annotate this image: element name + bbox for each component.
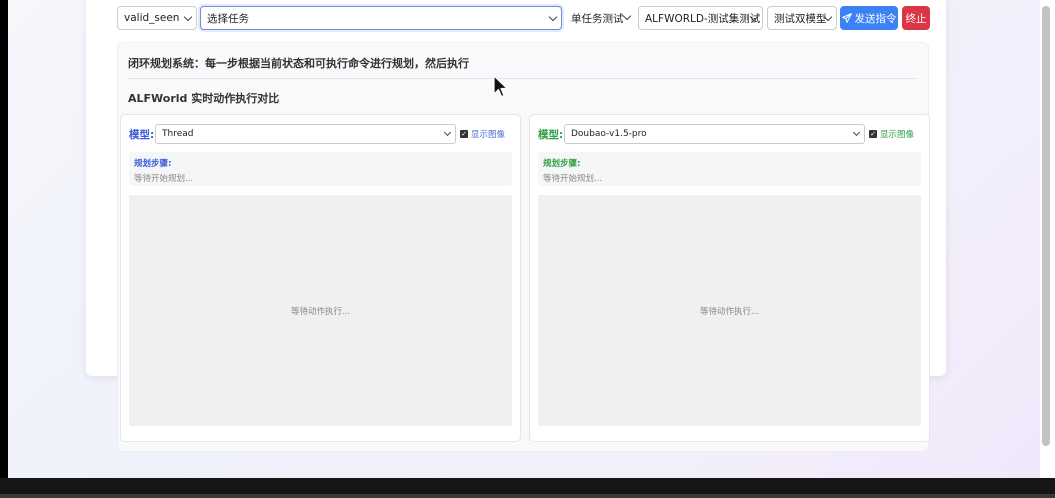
show-image-label: 显示图像: [471, 130, 506, 140]
mode-select[interactable]: 单任务测试: [565, 6, 635, 30]
left-edge: [0, 0, 8, 478]
taskbar-edge: [0, 494, 1055, 498]
dataset-select-value: ALFWORLD-测试集测试: [645, 12, 761, 25]
mode-select-value: 单任务测试: [571, 12, 624, 25]
paper-plane-icon: [841, 13, 852, 23]
chevron-down-icon: [443, 128, 452, 137]
chevron-down-icon: [183, 12, 193, 22]
action-image-area: 等待动作执行...: [129, 195, 512, 426]
send-command-button[interactable]: 发送指令: [840, 6, 898, 30]
planning-steps-box: 规划步骤: 等待开始规划...: [538, 152, 921, 186]
model-row: 模型: Thread ✓ 显示图像: [129, 124, 512, 144]
model-select-value: Thread: [162, 129, 194, 139]
stop-label: 终止: [905, 12, 927, 25]
planning-steps-title: 规划步骤:: [543, 159, 581, 169]
model-label: 模型:: [129, 129, 155, 141]
chevron-down-icon: [548, 12, 558, 22]
model-select-b[interactable]: Doubao-v1.5-pro: [564, 124, 865, 144]
chevron-down-icon: [852, 128, 861, 137]
model-column-a: 模型: Thread ✓ 显示图像 规划步骤: 等待开始规划... 等待动作执行…: [120, 114, 521, 442]
show-image-label: 显示图像: [880, 130, 915, 140]
split-select[interactable]: valid_seen: [117, 6, 197, 30]
stop-button[interactable]: 终止: [902, 6, 930, 30]
planning-steps-status: 等待开始规划...: [543, 174, 603, 184]
show-image-toggle-a[interactable]: ✓ 显示图像: [460, 128, 505, 140]
scrollbar-thumb[interactable]: [1042, 6, 1050, 446]
model-row: 模型: Doubao-v1.5-pro ✓ 显示图像: [538, 124, 921, 144]
action-image-status: 等待动作执行...: [699, 306, 760, 317]
model-select-value: Doubao-v1.5-pro: [571, 129, 647, 139]
model-mode-select-value: 测试双模型: [774, 12, 827, 25]
comparison-title: ALFWorld 实时动作执行对比: [128, 92, 280, 105]
divider: [128, 78, 918, 79]
chevron-down-icon: [622, 11, 632, 21]
checkbox-checked-icon[interactable]: ✓: [460, 130, 468, 138]
planning-steps-title: 规划步骤:: [134, 159, 172, 169]
dataset-select[interactable]: ALFWORLD-测试集测试: [638, 6, 763, 30]
send-command-label: 发送指令: [854, 12, 897, 25]
mouse-pointer-icon: [493, 75, 508, 98]
model-column-b: 模型: Doubao-v1.5-pro ✓ 显示图像 规划步骤: 等待开始规划.…: [529, 114, 930, 442]
system-description: 闭环规划系统：每一步根据当前状态和可执行命令进行规划，然后执行: [128, 57, 469, 70]
task-select-value: 选择任务: [207, 12, 249, 25]
split-select-value: valid_seen: [124, 12, 180, 24]
model-select-a[interactable]: Thread: [155, 124, 456, 144]
execution-panel: 闭环规划系统：每一步根据当前状态和可执行命令进行规划，然后执行 ALFWorld…: [117, 42, 930, 452]
model-mode-select[interactable]: 测试双模型: [767, 6, 837, 30]
action-image-area: 等待动作执行...: [538, 195, 921, 426]
planning-steps-status: 等待开始规划...: [134, 174, 194, 184]
model-label: 模型:: [538, 129, 564, 141]
planning-steps-box: 规划步骤: 等待开始规划...: [129, 152, 512, 186]
show-image-toggle-b[interactable]: ✓ 显示图像: [869, 128, 914, 140]
checkbox-checked-icon[interactable]: ✓: [869, 130, 877, 138]
action-image-status: 等待动作执行...: [290, 306, 351, 317]
task-select[interactable]: 选择任务: [200, 6, 562, 30]
